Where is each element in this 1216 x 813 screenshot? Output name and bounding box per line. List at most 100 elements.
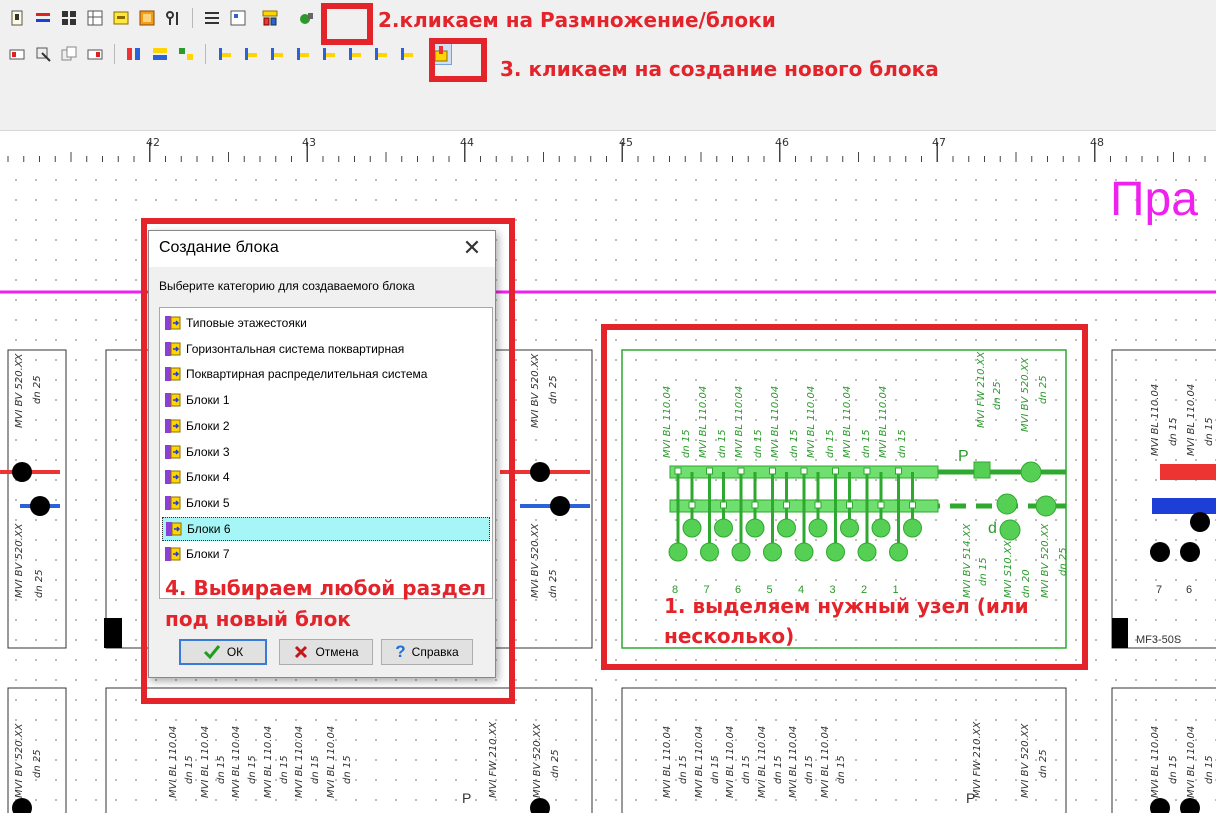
label-valve: MVI BL 110.04: [325, 725, 337, 798]
label-diameter: dn 25: [1038, 749, 1049, 778]
annotation-step4-line2: под новый блок: [165, 607, 351, 631]
label-valve: MVI BL 110.04: [756, 725, 768, 798]
toolbar-separator: [192, 8, 193, 28]
label-diameter: dn 25: [548, 569, 559, 598]
level-icon-4: [297, 48, 309, 60]
toolbar2-button-3[interactable]: [58, 43, 80, 65]
label-valve: MVI BL 110.04: [725, 725, 736, 798]
table-icon: [87, 10, 103, 26]
toolbar-button-2[interactable]: [32, 7, 54, 29]
toolbar2-button-2[interactable]: [32, 43, 54, 65]
toolbar2-button-1[interactable]: [6, 43, 28, 65]
label-p: P: [462, 790, 472, 806]
toolbar-button-3[interactable]: [58, 7, 80, 29]
label-valve: MVI BL 110.04: [262, 725, 274, 798]
insert-block-icon: [9, 49, 25, 60]
highlight-selected-node: [601, 324, 1088, 670]
level-icon-6: [349, 48, 361, 60]
grid-icon: [62, 11, 76, 25]
copy-block-icon: [61, 46, 77, 61]
toolbar-button-4[interactable]: [84, 7, 106, 29]
ruler-number: 47: [932, 136, 946, 149]
frame-bottom-right: [1111, 687, 1216, 813]
label-diameter: dn 15: [709, 755, 721, 784]
label-diameter: dn 25: [32, 375, 43, 404]
level-icon-1: [219, 48, 231, 60]
valve-node: [530, 798, 550, 813]
list-icon: [205, 12, 219, 24]
label-valve: MVI BV 520.XX: [532, 723, 543, 798]
terminal-block: [104, 618, 122, 648]
label-valve: MVI BV 520.XX: [530, 523, 541, 598]
toolbar2-button-10[interactable]: [266, 43, 288, 65]
toolbar2-button-7[interactable]: [175, 43, 197, 65]
label-valve: MVI BV 520.XX: [14, 723, 25, 798]
toolbar-button-7[interactable]: [162, 7, 184, 29]
toolbar2-button-15[interactable]: [396, 43, 418, 65]
pipe-red: [1160, 464, 1216, 480]
toolbar2-button-5[interactable]: [123, 43, 145, 65]
valve-node: [1150, 542, 1170, 562]
tag-icon: [300, 13, 313, 24]
annotation-step2: 2.кликаем на Размножение/блоки: [378, 8, 776, 32]
group-icon: [179, 48, 193, 60]
ruler-number: 44: [460, 136, 474, 149]
toolbar-button-8[interactable]: [201, 7, 223, 29]
ruler: 42 43 44 45 46 47 48: [0, 132, 1216, 166]
label-valve: MVI BL 110.04: [1150, 725, 1161, 798]
toolbar2-button-12[interactable]: [318, 43, 340, 65]
drawing-title: Пра: [1110, 173, 1198, 226]
highlight-new-block-button: [429, 38, 487, 82]
toolbar-row-1: [6, 4, 317, 32]
toolbar2-button-11[interactable]: [292, 43, 314, 65]
toolbar-button-6[interactable]: [136, 7, 158, 29]
label-diameter: dn 25: [548, 375, 559, 404]
valve-node: [12, 462, 32, 482]
highlight-blocks-button: [321, 3, 373, 45]
label-diameter: dn 15: [247, 755, 258, 784]
label-valve: MVI BL 110.04: [1186, 383, 1197, 456]
label-valve: MVI BL 110.04: [819, 725, 831, 798]
toolbar2-button-6[interactable]: [149, 43, 171, 65]
level-icon-2: [245, 48, 257, 60]
toolbar2-button-4[interactable]: [84, 43, 106, 65]
label-diameter: dn 15: [184, 755, 195, 784]
annotation-step4-line1: 4. Выбираем любой раздел: [165, 576, 487, 600]
toolbar-button-9[interactable]: [227, 7, 249, 29]
toolbar-row-2: [6, 40, 452, 68]
valve-node: [550, 496, 570, 516]
ruler-number: 43: [302, 136, 316, 149]
align-icon: [127, 48, 140, 60]
toolbar-button-5[interactable]: [110, 7, 132, 29]
ruler-ticks: [7, 142, 1206, 162]
pipes-icon: [36, 13, 50, 22]
pipe-blue: [1152, 498, 1216, 514]
label-valve: MVI BL 110.04: [788, 725, 799, 798]
schema-icon: [230, 10, 246, 26]
edit-block-icon: [36, 47, 51, 62]
label-valve: MVI BL 110.04: [168, 725, 179, 798]
label-diameter: dn 15: [772, 755, 784, 784]
annotation-step3: 3. кликаем на создание нового блока: [500, 57, 939, 81]
label-diameter: dn 15: [215, 755, 227, 784]
terminal-block: [1112, 618, 1128, 648]
toolbar-button-11[interactable]: [295, 7, 317, 29]
label-diameter: dn 15: [1204, 755, 1215, 784]
toolbar2-button-14[interactable]: [370, 43, 392, 65]
label-diameter: dn 25: [32, 749, 43, 778]
label-diameter: dn 15: [835, 755, 847, 784]
layers-icon: [139, 10, 155, 26]
panel-icon: [113, 11, 129, 25]
toolbar2-separator-2: [205, 44, 206, 64]
toolbar2-button-9[interactable]: [240, 43, 262, 65]
level-icon-7: [375, 48, 387, 60]
toolbar2-button-13[interactable]: [344, 43, 366, 65]
label-valve: MVI FW 210.XX: [972, 721, 983, 798]
label-diameter: dn 15: [278, 755, 290, 784]
toolbar2-button-8[interactable]: [214, 43, 236, 65]
blocks-propagation-button[interactable]: [259, 7, 281, 29]
toolbar-button-1[interactable]: [6, 7, 28, 29]
distribute-icon: [153, 48, 167, 60]
right-node-number: 6: [1186, 584, 1193, 596]
annotation-step1-line2: несколько): [664, 624, 795, 648]
